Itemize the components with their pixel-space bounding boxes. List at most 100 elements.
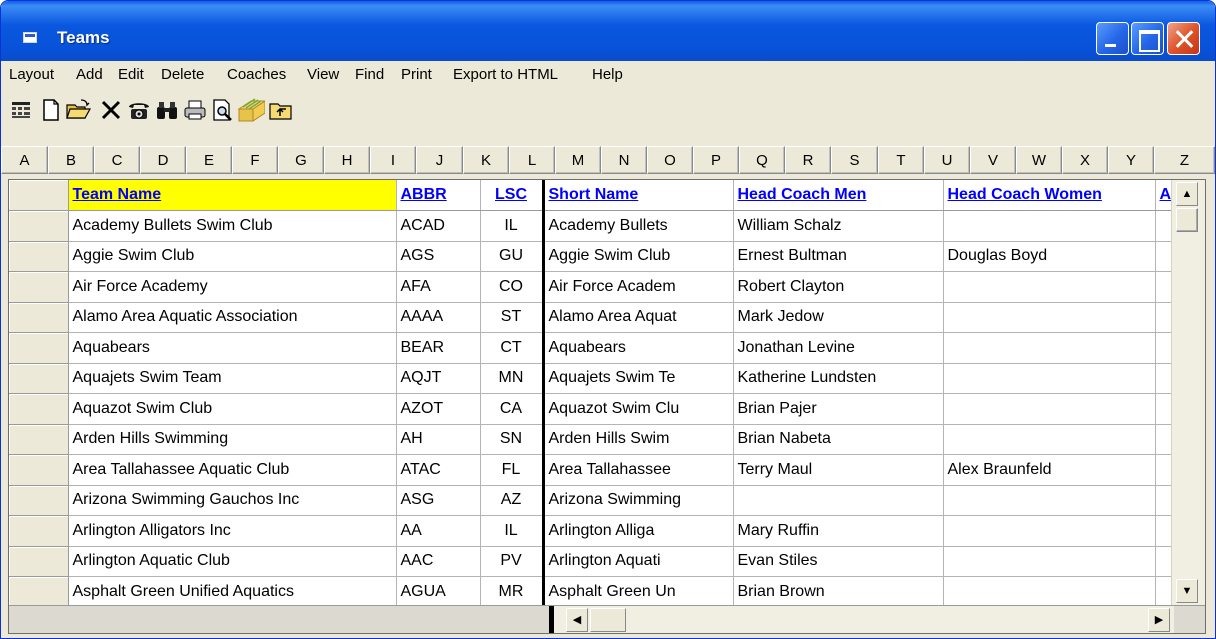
row-selector[interactable]	[9, 363, 69, 394]
team-name-cell[interactable]: Aquabears	[68, 332, 397, 364]
letter-button-l[interactable]: L	[509, 146, 555, 174]
abbr-cell[interactable]: ASG	[396, 485, 481, 516]
lsc-cell[interactable]: CA	[480, 393, 545, 425]
team-name-cell[interactable]: Arlington Alligators Inc	[68, 515, 397, 547]
up-folder-icon[interactable]	[267, 96, 295, 124]
head-coach-men-cell[interactable]: William Schalz	[733, 210, 944, 242]
table-row[interactable]: Aquajets Swim Team AQJT MN Aquajets Swim Te…	[9, 363, 1177, 394]
head-coach-women-cell[interactable]	[943, 393, 1156, 425]
team-name-cell[interactable]: Aggie Swim Club	[68, 241, 397, 272]
export-html-icon[interactable]	[237, 96, 265, 124]
head-coach-women-cell[interactable]	[943, 271, 1156, 303]
new-document-icon[interactable]	[37, 96, 65, 124]
team-name-cell[interactable]: Air Force Academy	[68, 271, 397, 303]
letter-button-r[interactable]: R	[785, 146, 831, 174]
table-row[interactable]: Aquabears BEAR CT Aquabears Jonathan Levine	[9, 332, 1177, 364]
short-name-cell[interactable]: Arlington Alliga	[543, 515, 734, 547]
horizontal-scroll-thumb[interactable]	[590, 608, 626, 632]
letter-button-t[interactable]: T	[878, 146, 924, 174]
head-coach-men-cell[interactable]: Terry Maul	[733, 454, 944, 486]
column-header-short-name[interactable]: Short Name	[543, 180, 734, 211]
letter-button-s[interactable]: S	[831, 146, 878, 174]
lsc-cell[interactable]: PV	[480, 546, 545, 577]
row-selector[interactable]	[9, 485, 69, 516]
row-selector[interactable]	[9, 424, 69, 455]
head-coach-women-cell[interactable]	[943, 302, 1156, 333]
head-coach-women-cell[interactable]	[943, 515, 1156, 547]
head-coach-men-cell[interactable]: Brian Brown	[733, 576, 944, 608]
window-icon[interactable]	[23, 32, 37, 43]
menu-coaches[interactable]: Coaches	[227, 66, 286, 83]
letter-button-g[interactable]: G	[278, 146, 324, 174]
column-header-lsc[interactable]: LSC	[480, 180, 545, 211]
abbr-cell[interactable]: ATAC	[396, 454, 481, 486]
menu-add[interactable]: Add	[76, 66, 103, 83]
head-coach-men-cell[interactable]: Jonathan Levine	[733, 332, 944, 364]
head-coach-women-cell[interactable]	[943, 210, 1156, 242]
lsc-cell[interactable]: IL	[480, 210, 545, 242]
row-selector[interactable]	[9, 302, 69, 333]
short-name-cell[interactable]: Air Force Academ	[543, 271, 734, 303]
binoculars-find-icon[interactable]	[153, 96, 181, 124]
abbr-cell[interactable]: AAAA	[396, 302, 481, 333]
team-name-cell[interactable]: Asphalt Green Unified Aquatics	[68, 576, 397, 608]
head-coach-women-cell[interactable]	[943, 546, 1156, 577]
head-coach-men-cell[interactable]: Mark Jedow	[733, 302, 944, 333]
row-selector[interactable]	[9, 515, 69, 547]
open-folder-icon[interactable]	[65, 96, 93, 124]
table-row[interactable]: Asphalt Green Unified Aquatics AGUA MR Asph…	[9, 576, 1177, 608]
lsc-cell[interactable]: FL	[480, 454, 545, 486]
head-coach-women-cell[interactable]	[943, 424, 1156, 455]
row-selector[interactable]	[9, 576, 69, 608]
head-coach-men-cell[interactable]: Robert Clayton	[733, 271, 944, 303]
menu-delete[interactable]: Delete	[161, 66, 204, 83]
lsc-cell[interactable]: CT	[480, 332, 545, 364]
lsc-cell[interactable]: CO	[480, 271, 545, 303]
minimize-button[interactable]	[1096, 22, 1129, 55]
column-header-head-coach-men[interactable]: Head Coach Men	[733, 180, 944, 211]
team-name-cell[interactable]: Alamo Area Aquatic Association	[68, 302, 397, 333]
abbr-cell[interactable]: BEAR	[396, 332, 481, 364]
letter-button-y[interactable]: Y	[1108, 146, 1154, 174]
short-name-cell[interactable]: Arlington Aquati	[543, 546, 734, 577]
row-selector[interactable]	[9, 332, 69, 364]
corner-cell[interactable]	[9, 180, 69, 211]
letter-button-m[interactable]: M	[555, 146, 601, 174]
scroll-down-button[interactable]: ▼	[1176, 579, 1198, 603]
letter-button-h[interactable]: H	[324, 146, 370, 174]
letter-button-d[interactable]: D	[140, 146, 186, 174]
head-coach-women-cell[interactable]: Douglas Boyd	[943, 241, 1156, 272]
lsc-cell[interactable]: MN	[480, 363, 545, 394]
head-coach-men-cell[interactable]: Katherine Lundsten	[733, 363, 944, 394]
short-name-cell[interactable]: Arden Hills Swim	[543, 424, 734, 455]
title-bar[interactable]: Teams	[1, 1, 1215, 61]
short-name-cell[interactable]: Aquajets Swim Te	[543, 363, 734, 394]
menu-export-html[interactable]: Export to HTML	[453, 66, 558, 83]
row-selector[interactable]	[9, 271, 69, 303]
abbr-cell[interactable]: AA	[396, 515, 481, 547]
table-row[interactable]: Area Tallahassee Aquatic Club ATAC FL Area …	[9, 454, 1177, 486]
table-row[interactable]: Aquazot Swim Club AZOT CA Aquazot Swim Clu B…	[9, 393, 1177, 425]
menu-find[interactable]: Find	[355, 66, 384, 83]
scroll-right-button[interactable]: ▶	[1148, 608, 1170, 632]
letter-button-j[interactable]: J	[416, 146, 463, 174]
table-row[interactable]: Arlington Alligators Inc AA IL Arlington Al…	[9, 515, 1177, 547]
letter-button-x[interactable]: X	[1062, 146, 1108, 174]
letter-button-f[interactable]: F	[232, 146, 278, 174]
table-row[interactable]: Arizona Swimming Gauchos Inc ASG AZ Arizona…	[9, 485, 1177, 516]
menu-view[interactable]: View	[307, 66, 339, 83]
abbr-cell[interactable]: AH	[396, 424, 481, 455]
row-selector[interactable]	[9, 393, 69, 425]
grid-layout-icon[interactable]	[7, 96, 35, 124]
close-button[interactable]	[1167, 22, 1200, 55]
team-name-cell[interactable]: Aquazot Swim Club	[68, 393, 397, 425]
row-selector[interactable]	[9, 210, 69, 242]
short-name-cell[interactable]: Alamo Area Aquat	[543, 302, 734, 333]
menu-print[interactable]: Print	[401, 66, 432, 83]
team-name-cell[interactable]: Academy Bullets Swim Club	[68, 210, 397, 242]
delete-x-icon[interactable]	[97, 96, 125, 124]
table-row[interactable]: Arden Hills Swimming AH SN Arden Hills Swim…	[9, 424, 1177, 455]
short-name-cell[interactable]: Aquabears	[543, 332, 734, 364]
scroll-up-button[interactable]: ▲	[1176, 182, 1198, 206]
menu-help[interactable]: Help	[592, 66, 623, 83]
